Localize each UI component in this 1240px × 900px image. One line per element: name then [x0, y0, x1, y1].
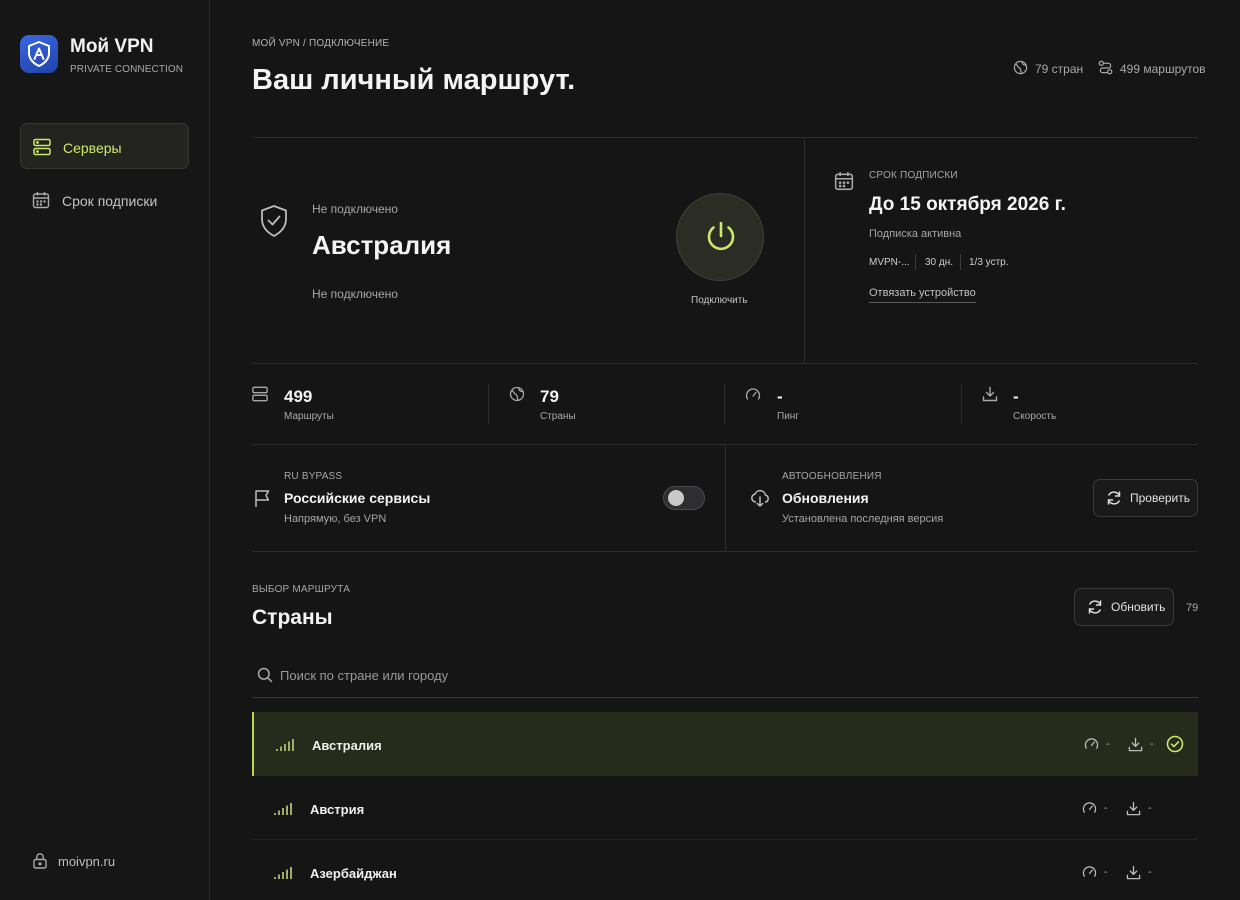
divider: [724, 384, 725, 424]
updates-subtitle: Установлена последняя версия: [782, 513, 944, 525]
bypass-toggle[interactable]: [663, 486, 705, 510]
calendar-icon: [834, 171, 854, 191]
speedometer-icon: [745, 387, 761, 403]
bypass-caption: RU BYPASS: [284, 471, 343, 482]
subscription-caption: СРОК ПОДПИСКИ: [869, 170, 958, 181]
connection-location: Австралия: [312, 230, 452, 260]
app-name: Мой VPN: [70, 36, 154, 57]
subscription-plan: MVPN-...: [869, 257, 910, 268]
country-speed: -: [1150, 738, 1154, 750]
stat-ping-label: Пинг: [777, 411, 799, 422]
sidebar-item-label: Срок подписки: [62, 193, 158, 209]
globe-icon: [509, 386, 525, 402]
divider: [915, 254, 916, 270]
bypass-title: Российские сервисы: [284, 490, 431, 506]
stat-speed-label: Скорость: [1013, 411, 1057, 422]
check-circle-icon: [1166, 735, 1184, 753]
app-subtitle: PRIVATE CONNECTION: [70, 64, 184, 75]
cloud-download-icon: [750, 488, 770, 508]
download-icon: [1128, 737, 1143, 752]
country-speed: -: [1148, 866, 1152, 878]
countries-title: Страны: [252, 606, 333, 629]
country-row-australia[interactable]: Австралия - -: [252, 712, 1198, 776]
toggle-knob: [668, 490, 684, 506]
route-icon: [1098, 60, 1113, 75]
header-routes-label: 499 маршрутов: [1120, 62, 1206, 76]
check-updates-label: Проверить: [1130, 491, 1191, 505]
sidebar-item-subscription[interactable]: Срок подписки: [20, 177, 189, 223]
globe-icon: [1013, 60, 1028, 75]
subscription-devices: 1/3 устр.: [969, 257, 1009, 268]
app-logo-icon: [20, 35, 58, 73]
subscription-status: Подписка активна: [869, 228, 962, 240]
stat-ping-value: -: [777, 387, 783, 406]
sidebar-item-servers[interactable]: Серверы: [20, 123, 189, 169]
download-icon: [1126, 865, 1141, 880]
connect-button-label: Подключить: [691, 295, 748, 306]
country-name: Австралия: [312, 738, 382, 753]
countries-count: 79: [1186, 602, 1199, 614]
connection-status: Не подключено: [312, 202, 398, 216]
server-icon: [33, 138, 51, 156]
country-name: Австрия: [310, 802, 365, 817]
check-updates-button[interactable]: Проверить: [1093, 479, 1198, 517]
divider: [252, 551, 1198, 552]
country-ping: -: [1104, 866, 1108, 878]
signal-icon: [274, 803, 292, 815]
subscription-until: До 15 октября 2026 г.: [869, 194, 1066, 215]
country-ping: -: [1106, 738, 1110, 750]
signal-icon: [274, 867, 292, 879]
stat-countries-value: 79: [540, 387, 559, 406]
speedometer-icon: [1082, 801, 1097, 816]
speedometer-icon: [1082, 865, 1097, 880]
refresh-icon: [1106, 490, 1122, 506]
website-link-label: moivpn.ru: [58, 854, 116, 869]
divider: [488, 384, 489, 424]
download-icon: [1126, 801, 1141, 816]
divider: [252, 137, 1198, 138]
divider: [804, 138, 805, 363]
country-speed: -: [1148, 802, 1152, 814]
calendar-icon: [32, 191, 50, 209]
divider: [960, 254, 961, 270]
route-select-caption: ВЫБОР МАРШРУТА: [252, 584, 351, 595]
divider: [252, 363, 1198, 364]
search-input[interactable]: [280, 664, 1180, 686]
country-row-austria[interactable]: Австрия - -: [252, 776, 1198, 840]
country-name: Азербайджан: [310, 866, 397, 881]
header-countries-label: 79 стран: [1035, 62, 1084, 76]
sidebar: Мой VPN PRIVATE CONNECTION Серверы Срок …: [0, 0, 210, 900]
speedometer-icon: [1084, 737, 1099, 752]
updates-title: Обновления: [782, 490, 869, 506]
refresh-icon: [1087, 599, 1103, 615]
download-icon: [982, 386, 998, 402]
search-icon: [257, 667, 273, 683]
stat-routes-value: 499: [284, 387, 313, 406]
server-icon: [252, 386, 268, 402]
country-row-azerbaijan[interactable]: Азербайджан - -: [252, 840, 1198, 900]
divider: [252, 697, 1198, 698]
bypass-subtitle: Напрямую, без VPN: [284, 513, 387, 525]
connect-button[interactable]: [676, 193, 764, 281]
updates-caption: АВТООБНОВЛЕНИЯ: [782, 471, 882, 482]
stat-countries-label: Страны: [540, 411, 576, 422]
stat-routes-label: Маршруты: [284, 411, 334, 422]
divider: [961, 384, 962, 424]
unbind-device-link[interactable]: Отвязать устройство: [869, 287, 976, 303]
sidebar-item-label: Серверы: [63, 140, 122, 156]
country-ping: -: [1104, 802, 1108, 814]
flag-icon: [254, 489, 271, 508]
connection-status-detail: Не подключено: [312, 287, 398, 301]
page-title: Ваш личный маршрут.: [252, 64, 576, 96]
refresh-button-label: Обновить: [1111, 600, 1166, 614]
lock-icon: [32, 852, 48, 869]
shield-check-icon: [259, 204, 289, 238]
stat-speed-value: -: [1013, 387, 1019, 406]
divider: [725, 445, 726, 551]
subscription-days: 30 дн.: [925, 257, 954, 268]
refresh-button[interactable]: Обновить: [1074, 588, 1174, 626]
breadcrumb: МОЙ VPN / ПОДКЛЮЧЕНИЕ: [252, 38, 390, 49]
signal-icon: [276, 739, 294, 751]
